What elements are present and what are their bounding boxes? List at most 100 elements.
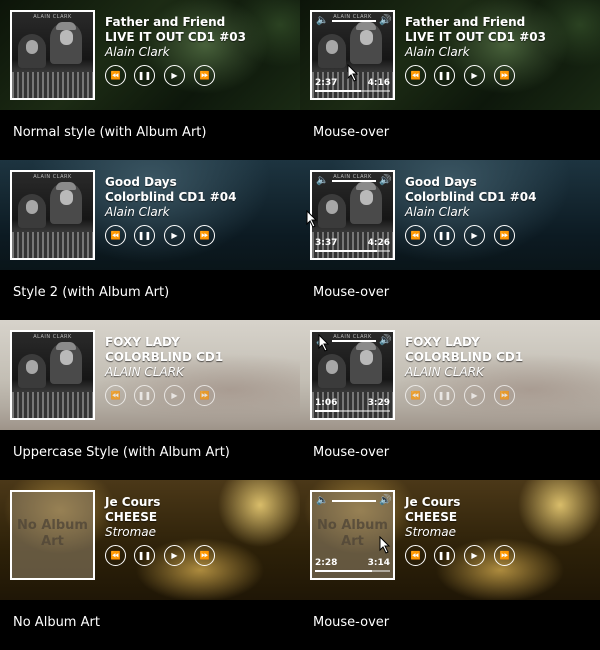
progress-bar[interactable]: [315, 250, 390, 252]
volume-high-icon[interactable]: 🔊: [379, 335, 391, 346]
play-icon: ▶: [171, 230, 178, 240]
forward-button[interactable]: ⏩: [494, 225, 515, 246]
player-panel-normal: ALAIN CLARK Good Days Colorblind CD1 #04 Al…: [0, 160, 300, 270]
rewind-button[interactable]: ⏪: [105, 225, 126, 246]
play-button[interactable]: ▶: [164, 225, 185, 246]
album-art[interactable]: ALAIN CLARK 🔈 🔊 3:37 4:26: [310, 170, 395, 260]
pause-button[interactable]: ❚❚: [434, 385, 455, 406]
style-caption: Mouse-over: [300, 270, 600, 320]
track-info: Father and Friend LIVE IT OUT CD1 #03 Alai…: [405, 15, 595, 60]
pause-button[interactable]: ❚❚: [434, 225, 455, 246]
track-info: Je Cours CHEESE Stromae: [405, 495, 595, 540]
rewind-icon: ⏪: [410, 70, 421, 80]
total-time: 3:29: [367, 398, 390, 408]
track-info: Good Days Colorblind CD1 #04 Alain Clark: [105, 175, 295, 220]
artist-name: Stromae: [405, 525, 457, 539]
artist-name: Stromae: [105, 525, 157, 539]
play-button[interactable]: ▶: [464, 65, 485, 86]
rewind-button[interactable]: ⏪: [405, 385, 426, 406]
play-button[interactable]: ▶: [164, 65, 185, 86]
progress-bar[interactable]: [315, 90, 390, 92]
pause-button[interactable]: ❚❚: [134, 225, 155, 246]
pause-button[interactable]: ❚❚: [434, 545, 455, 566]
album-name: CHEESE: [105, 510, 158, 524]
forward-button[interactable]: ⏩: [194, 545, 215, 566]
caption-label: No Album Art: [13, 615, 100, 630]
volume-slider[interactable]: [332, 180, 376, 182]
rewind-button[interactable]: ⏪: [405, 545, 426, 566]
style-caption: No Album Art: [0, 600, 300, 650]
pause-button[interactable]: ❚❚: [134, 65, 155, 86]
track-info: Good Days Colorblind CD1 #04 Alain Clark: [405, 175, 595, 220]
forward-button[interactable]: ⏩: [194, 65, 215, 86]
forward-button[interactable]: ⏩: [194, 225, 215, 246]
volume-control[interactable]: 🔈🔊: [316, 15, 391, 27]
volume-control[interactable]: 🔈🔊: [316, 175, 391, 187]
style-caption: Normal style (with Album Art): [0, 110, 300, 160]
album-art[interactable]: No Album Art 🔈 🔊 2:28 3:14: [310, 490, 395, 580]
rewind-icon: ⏪: [110, 390, 121, 400]
play-button[interactable]: ▶: [464, 385, 485, 406]
album-art-hat: [56, 182, 76, 190]
total-time: 3:14: [367, 558, 390, 568]
album-art-face: [26, 360, 38, 374]
forward-button[interactable]: ⏩: [494, 385, 515, 406]
fast-forward-icon: ⏩: [499, 70, 510, 80]
play-icon: ▶: [471, 70, 478, 80]
play-icon: ▶: [171, 390, 178, 400]
volume-low-icon[interactable]: 🔈: [316, 175, 328, 186]
rewind-button[interactable]: ⏪: [105, 385, 126, 406]
volume-slider[interactable]: [332, 340, 376, 342]
progress-fill: [315, 410, 339, 412]
volume-high-icon[interactable]: 🔊: [379, 15, 391, 26]
caption-label: Mouse-over: [313, 125, 390, 140]
volume-high-icon[interactable]: 🔊: [379, 175, 391, 186]
pause-icon: ❚❚: [437, 70, 452, 80]
artist-name: ALAIN CLARK: [105, 365, 184, 379]
volume-slider[interactable]: [332, 500, 376, 502]
caption-label: Style 2 (with Album Art): [13, 285, 170, 300]
rewind-button[interactable]: ⏪: [105, 65, 126, 86]
track-info: FOXY LADY COLORBLIND CD1 ALAIN CLARK: [405, 335, 595, 380]
album-art[interactable]: ALAIN CLARK 🔈 🔊 2:37 4:16: [310, 10, 395, 100]
current-time: 3:37: [315, 238, 338, 248]
progress-bar[interactable]: [315, 410, 390, 412]
volume-slider[interactable]: [332, 20, 376, 22]
forward-button[interactable]: ⏩: [494, 65, 515, 86]
artist-name: ALAIN CLARK: [405, 365, 484, 379]
fast-forward-icon: ⏩: [199, 70, 210, 80]
volume-control[interactable]: 🔈🔊: [316, 495, 391, 507]
album-art-hat: [56, 22, 76, 30]
album-art-figure: [50, 342, 82, 384]
fast-forward-icon: ⏩: [199, 230, 210, 240]
fast-forward-icon: ⏩: [199, 390, 210, 400]
rewind-button[interactable]: ⏪: [105, 545, 126, 566]
volume-low-icon[interactable]: 🔈: [316, 495, 328, 506]
play-button[interactable]: ▶: [164, 385, 185, 406]
rewind-button[interactable]: ⏪: [405, 225, 426, 246]
pause-button[interactable]: ❚❚: [434, 65, 455, 86]
volume-high-icon[interactable]: 🔊: [379, 495, 391, 506]
play-icon: ▶: [171, 70, 178, 80]
no-album-art-label: No Album Art: [17, 518, 88, 549]
play-button[interactable]: ▶: [464, 225, 485, 246]
forward-button[interactable]: ⏩: [494, 545, 515, 566]
play-button[interactable]: ▶: [164, 545, 185, 566]
rewind-icon: ⏪: [110, 70, 121, 80]
forward-button[interactable]: ⏩: [194, 385, 215, 406]
pause-button[interactable]: ❚❚: [134, 385, 155, 406]
track-title: Good Days: [105, 175, 177, 189]
album-art-face: [360, 350, 373, 365]
volume-low-icon[interactable]: 🔈: [316, 15, 328, 26]
progress-bar[interactable]: [315, 570, 390, 572]
pause-button[interactable]: ❚❚: [134, 545, 155, 566]
play-button[interactable]: ▶: [464, 545, 485, 566]
style-caption: Uppercase Style (with Album Art): [0, 430, 300, 480]
album-art-caption: ALAIN CLARK: [33, 14, 72, 20]
fast-forward-icon: ⏩: [499, 550, 510, 560]
album-art-face: [326, 40, 338, 54]
rewind-button[interactable]: ⏪: [405, 65, 426, 86]
artist-name: Alain Clark: [105, 45, 170, 59]
album-name: LIVE IT OUT CD1 #03: [405, 30, 546, 44]
current-time: 2:37: [315, 78, 338, 88]
